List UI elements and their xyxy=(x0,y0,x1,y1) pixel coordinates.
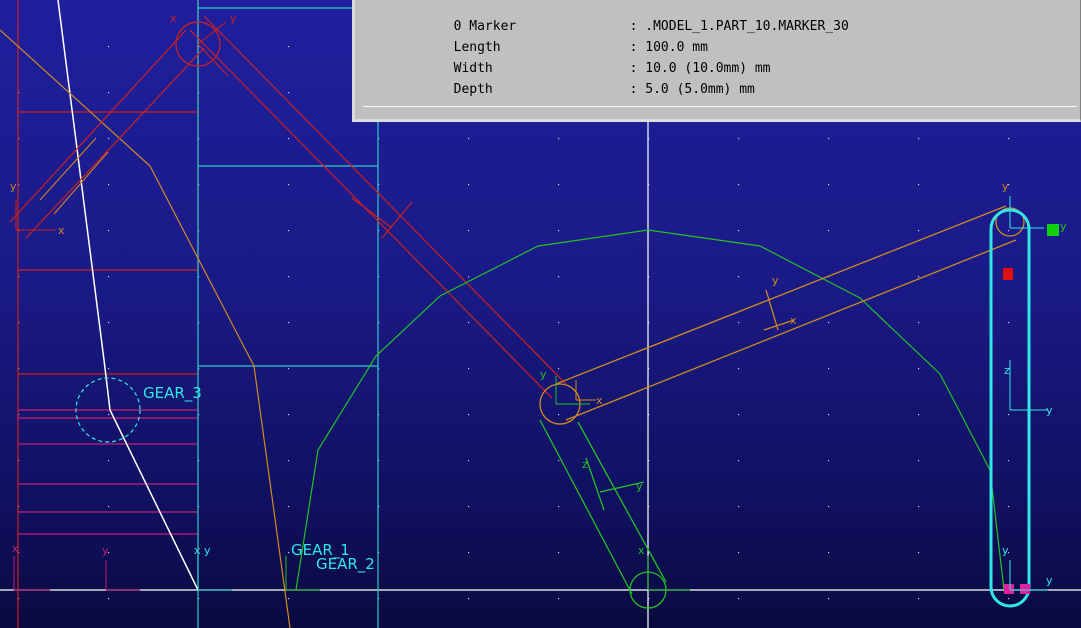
white-link-line xyxy=(57,0,199,591)
cyan-frame xyxy=(197,0,379,628)
axis-letter: y xyxy=(540,368,547,381)
axis-letter: x xyxy=(194,544,201,557)
orange-crank-link xyxy=(539,205,1025,425)
axis-letter: x xyxy=(170,12,177,25)
green-marker-square xyxy=(1047,224,1059,236)
axis-letter: x xyxy=(638,544,645,557)
info-value: : 5.0 (5.0mm) mm xyxy=(629,82,755,97)
axis-letter: x xyxy=(596,394,603,407)
axis-letter: y xyxy=(1002,180,1009,193)
axis-letter: y xyxy=(230,12,237,25)
magenta-marker-square-1 xyxy=(1004,584,1014,594)
axis-letter: y xyxy=(102,544,109,557)
grid-dots xyxy=(18,46,1010,600)
axis-letter: y xyxy=(636,480,643,493)
axis-letter: y xyxy=(772,274,779,287)
orange-link-curve xyxy=(0,29,291,628)
axis-letter: y xyxy=(10,180,17,193)
green-arc-path xyxy=(295,229,1005,591)
axis-letter: y xyxy=(1060,220,1067,233)
red-marker-square xyxy=(1003,268,1013,280)
axis-letter: y xyxy=(1002,544,1009,557)
info-text-area: 0 Marker: .MODEL_1.PART_10.MARKER_30 Len… xyxy=(363,0,1077,107)
graphics-viewport[interactable]: y x y y y z y x y x z y x x y x y y y x … xyxy=(0,0,1081,628)
info-key: Depth xyxy=(453,82,493,97)
axis-letter: y xyxy=(1046,574,1053,587)
axis-letter: x xyxy=(790,314,797,327)
gear-2-label: GEAR_2 xyxy=(316,555,375,574)
green-coupler-link xyxy=(539,419,667,609)
orange-arm-link xyxy=(39,137,109,215)
info-row-depth: Depth : 5.0 (5.0mm) mm xyxy=(391,58,755,121)
gear-3-label: GEAR_3 xyxy=(143,384,202,403)
axis-letter: x xyxy=(12,542,19,555)
info-window[interactable]: 0 Marker: .MODEL_1.PART_10.MARKER_30 Len… xyxy=(352,0,1081,122)
axis-letter: y xyxy=(1046,404,1053,417)
axis-letter: z xyxy=(1004,364,1010,377)
axis-letter: z xyxy=(582,458,588,471)
axis-letter: y xyxy=(204,544,211,557)
axis-letter: x xyxy=(58,224,65,237)
red-arm-link xyxy=(9,29,205,239)
magenta-marker-square-2 xyxy=(1020,584,1030,594)
